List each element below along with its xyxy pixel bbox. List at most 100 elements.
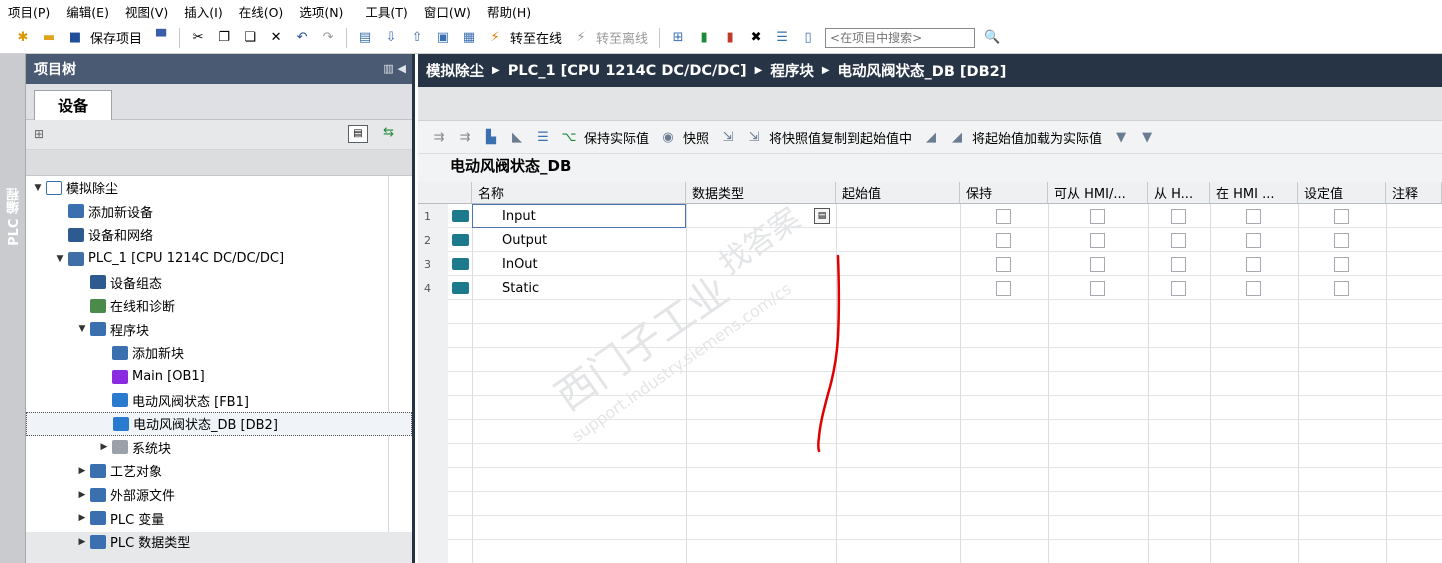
split-horizontal-icon[interactable]: ☰ <box>773 29 791 47</box>
load-start-icon[interactable]: ◢ <box>922 128 940 146</box>
upload-icon[interactable]: ⇧ <box>408 29 426 47</box>
checkbox[interactable] <box>1090 209 1105 224</box>
download-icon[interactable]: ⇩ <box>382 29 400 47</box>
delete-icon[interactable]: ✕ <box>267 29 285 47</box>
tree-item[interactable]: ▼ 程序块 <box>26 318 412 342</box>
add-row-icon[interactable]: ⇉ <box>456 128 474 146</box>
go-offline-button[interactable]: 转至离线 <box>596 28 648 47</box>
tree-item[interactable]: ▶ 工艺对象 <box>26 459 412 483</box>
checkbox[interactable] <box>1171 209 1186 224</box>
row-name[interactable]: Output <box>502 228 547 252</box>
load-start-as-actual-button[interactable]: 将起始值加载为实际值 <box>972 128 1102 147</box>
collapse-icon[interactable]: ◣ <box>508 128 526 146</box>
data-type-picker-icon[interactable]: ▤ <box>814 208 830 224</box>
breadcrumb-item[interactable]: 电动风阀状态_DB [DB2] <box>838 60 1007 81</box>
start-cpu-icon[interactable]: ▮ <box>695 29 713 47</box>
collapsed-arrow-icon[interactable]: ▶ <box>98 442 110 452</box>
table-row[interactable]: 2 Output <box>418 228 1442 252</box>
column-header[interactable]: 从 H... <box>1148 182 1210 204</box>
tree-item[interactable]: 电动风阀状态_DB [DB2] <box>26 412 412 436</box>
checkbox[interactable] <box>1090 257 1105 272</box>
checkbox[interactable] <box>1171 233 1186 248</box>
expanded-arrow-icon[interactable]: ▼ <box>54 254 66 264</box>
project-search-input[interactable] <box>825 27 976 48</box>
checkbox[interactable] <box>1246 257 1261 272</box>
menu-item[interactable]: 窗口(W) <box>424 2 471 21</box>
active-cell-outline[interactable] <box>472 204 686 228</box>
compile-icon[interactable]: ▤ <box>356 29 374 47</box>
breadcrumb-item[interactable]: PLC_1 [CPU 1214C DC/DC/DC] <box>508 63 747 79</box>
plc-programming-label[interactable]: PLC 编程 <box>5 188 24 246</box>
tab-devices[interactable]: 设备 <box>34 90 112 120</box>
split-vertical-icon[interactable]: ▯ <box>799 29 817 47</box>
expand-icon[interactable]: ▙ <box>482 128 500 146</box>
copy-snapshot-all-icon[interactable]: ⇲ <box>745 128 763 146</box>
copy-snapshot-to-start-button[interactable]: 将快照值复制到起始值中 <box>769 128 912 147</box>
tree-item[interactable]: 添加新块 <box>26 341 412 365</box>
keep-actual-values-button[interactable]: 保持实际值 <box>584 128 649 147</box>
checkbox[interactable] <box>1334 209 1349 224</box>
tree-item[interactable]: 设备组态 <box>26 270 412 294</box>
checkbox[interactable] <box>1171 281 1186 296</box>
copy-snapshot-icon[interactable]: ⇲ <box>719 128 737 146</box>
checkbox[interactable] <box>1090 233 1105 248</box>
go-offline-icon[interactable]: ⚡ <box>572 29 590 47</box>
checkbox[interactable] <box>996 281 1011 296</box>
cut-icon[interactable]: ✂ <box>189 29 207 47</box>
go-online-icon[interactable]: ⚡ <box>486 29 504 47</box>
checkbox[interactable] <box>996 233 1011 248</box>
checkbox[interactable] <box>1171 257 1186 272</box>
tree-item[interactable]: 在线和诊断 <box>26 294 412 318</box>
menu-item[interactable]: 选项(N) <box>299 2 343 21</box>
load-start-all-icon[interactable]: ◢ <box>948 128 966 146</box>
column-header[interactable]: 保持 <box>960 182 1048 204</box>
row-name[interactable]: InOut <box>502 252 538 276</box>
menu-item[interactable]: 在线(O) <box>239 2 284 21</box>
open-project-icon[interactable]: ▬ <box>40 29 58 47</box>
column-header[interactable]: 设定值 <box>1298 182 1386 204</box>
stop-cpu-icon[interactable]: ▮ <box>721 29 739 47</box>
menu-item[interactable]: 项目(P) <box>8 2 50 21</box>
tree-item[interactable]: ▶ PLC 变量 <box>26 506 412 530</box>
simulation-icon[interactable]: ▣ <box>434 29 452 47</box>
overview-icon[interactable]: ▤ <box>348 125 368 143</box>
tree-item[interactable]: ▼ 模拟除尘 <box>26 176 412 200</box>
cross-reference-icon[interactable]: ✖ <box>747 29 765 47</box>
tree-item[interactable]: ▶ PLC 数据类型 <box>26 530 412 554</box>
collapsed-arrow-icon[interactable]: ▶ <box>76 537 88 547</box>
insert-row-icon[interactable]: ⇉ <box>430 128 448 146</box>
db-load-icon[interactable]: ▼ <box>1112 128 1130 146</box>
snapshot-button[interactable]: 快照 <box>683 128 709 147</box>
menu-item[interactable]: 编辑(E) <box>66 2 109 21</box>
breadcrumb-item[interactable]: 程序块 <box>770 60 814 81</box>
save-icon[interactable]: ■ <box>66 29 84 47</box>
snapshot-icon[interactable]: ◉ <box>659 128 677 146</box>
expanded-arrow-icon[interactable]: ▼ <box>32 183 44 193</box>
tree-item[interactable]: 设备和网络 <box>26 223 412 247</box>
column-header[interactable]: 起始值 <box>836 182 960 204</box>
column-header[interactable]: 名称 <box>472 182 686 204</box>
collapsed-arrow-icon[interactable]: ▶ <box>76 513 88 523</box>
tree-item[interactable]: 添加新设备 <box>26 200 412 224</box>
checkbox[interactable] <box>996 257 1011 272</box>
db-load-all-icon[interactable]: ▼ <box>1138 128 1156 146</box>
menu-item[interactable]: 帮助(H) <box>487 2 531 21</box>
table-row[interactable]: 1 Input ▤ <box>418 204 1442 228</box>
search-project-icon[interactable]: 🔍 <box>983 29 1001 47</box>
go-online-button[interactable]: 转至在线 <box>510 28 562 47</box>
collapsed-arrow-icon[interactable]: ▶ <box>76 490 88 500</box>
menu-item[interactable]: 视图(V) <box>125 2 168 21</box>
undo-icon[interactable]: ↶ <box>293 29 311 47</box>
tree-options-icon[interactable]: ⇆ <box>383 125 394 140</box>
checkbox[interactable] <box>1334 233 1349 248</box>
column-header[interactable]: 数据类型 <box>686 182 836 204</box>
checkbox[interactable] <box>1246 233 1261 248</box>
checkbox[interactable] <box>1090 281 1105 296</box>
tree-item[interactable]: 电动风阀状态 [FB1] <box>26 388 412 412</box>
checkbox[interactable] <box>1246 281 1261 296</box>
list-icon[interactable]: ☰ <box>534 128 552 146</box>
redo-icon[interactable]: ↷ <box>319 29 337 47</box>
menu-item[interactable]: 工具(T) <box>365 2 407 21</box>
tree-item[interactable]: ▶ 外部源文件 <box>26 483 412 507</box>
tree-item[interactable]: ▶ 系统块 <box>26 436 412 460</box>
